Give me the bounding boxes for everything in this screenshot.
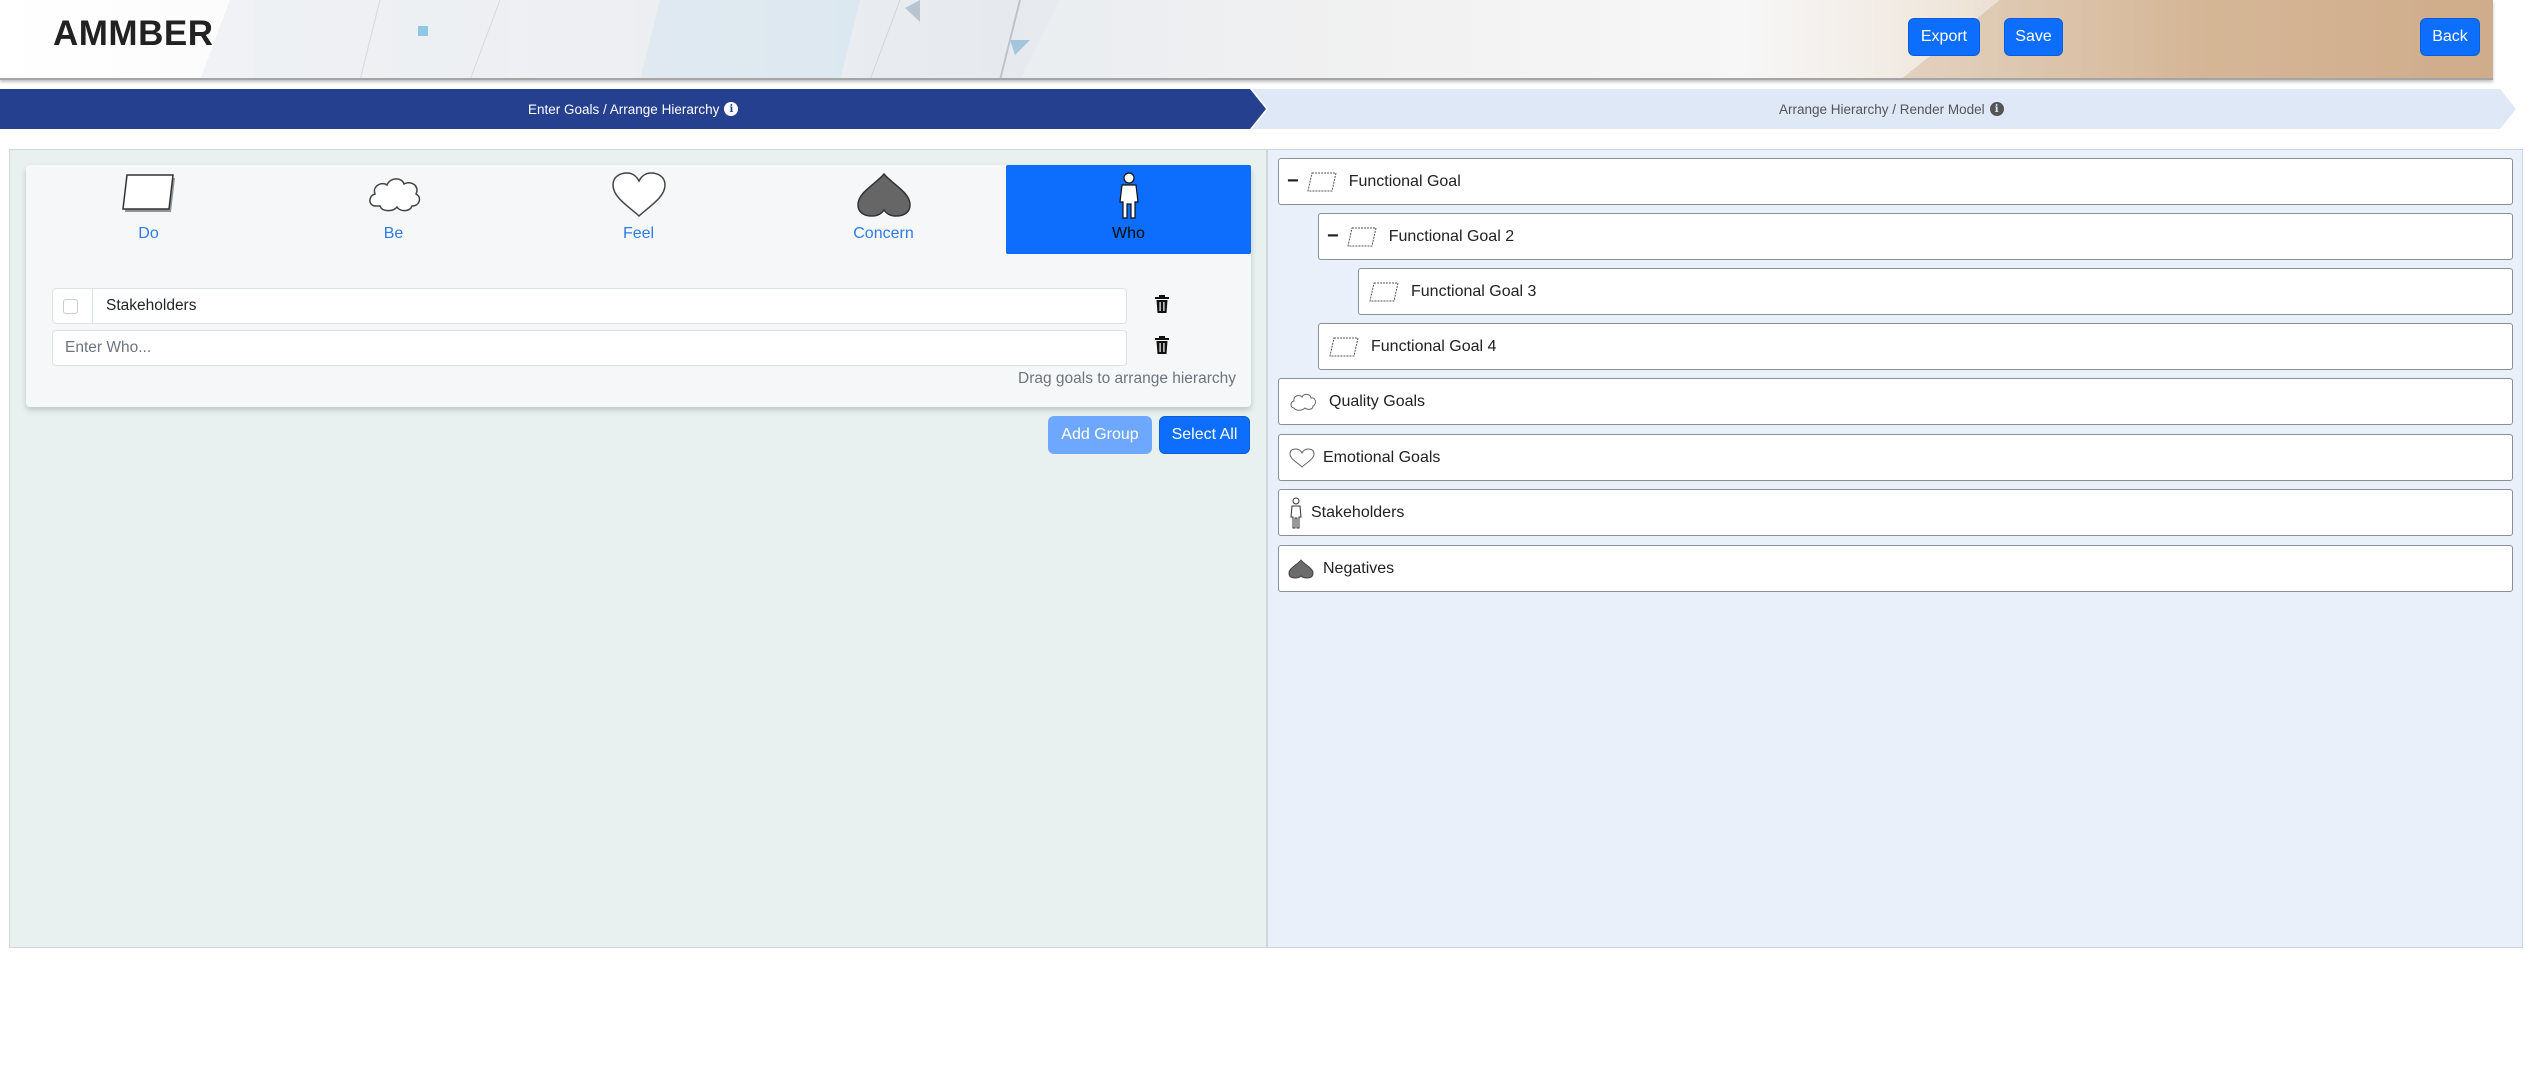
progress-stepper: Enter Goals / Arrange Hierarchy i Arrang… xyxy=(0,89,2531,129)
collapse-icon[interactable]: − xyxy=(1287,170,1299,193)
stepper-arrows xyxy=(0,89,2516,129)
person-icon xyxy=(1290,497,1302,528)
tree-node[interactable]: Functional Goal 3 xyxy=(1358,268,2513,315)
brand-logo: AMMBER xyxy=(53,14,214,53)
export-button[interactable]: Export xyxy=(1908,18,1980,56)
new-who-input[interactable] xyxy=(53,331,1126,365)
parallelogram-icon xyxy=(1369,282,1399,301)
tab-label: Who xyxy=(1112,225,1145,242)
add-group-button[interactable]: Add Group xyxy=(1048,416,1152,454)
step-render-model[interactable]: Arrange Hierarchy / Render Model i xyxy=(1779,89,2004,129)
heart-icon xyxy=(1289,447,1315,468)
info-icon[interactable]: i xyxy=(724,102,739,116)
person-icon xyxy=(1118,172,1139,219)
tree-node-label: Stakeholders xyxy=(1311,503,1405,521)
drag-hint-text: Drag goals to arrange hierarchy xyxy=(1018,370,1236,387)
tree-node-label: Emotional Goals xyxy=(1323,448,1441,466)
tab-label: Feel xyxy=(622,225,655,242)
tree-node[interactable]: Stakeholders xyxy=(1278,489,2513,536)
info-icon[interactable]: i xyxy=(1989,102,2004,116)
parallelogram-icon xyxy=(121,174,175,212)
tree-node[interactable]: − Functional Goal xyxy=(1278,158,2513,205)
goal-entry-panel: Do Be Feel Concern Who Stakeholders Ente… xyxy=(9,149,1267,948)
tab-who[interactable]: Who xyxy=(1006,165,1251,254)
select-all-button[interactable]: Select All xyxy=(1159,416,1250,454)
tab-be[interactable]: Be xyxy=(271,165,516,254)
back-button[interactable]: Back xyxy=(2420,18,2480,56)
trash-icon[interactable] xyxy=(1154,295,1170,313)
tree-node[interactable]: Negatives xyxy=(1278,545,2513,592)
tab-feel[interactable]: Feel xyxy=(516,165,761,254)
goal-type-tabs: Do Be Feel Concern Who xyxy=(26,165,1251,254)
header-background-image xyxy=(200,0,2493,78)
tab-label: Concern xyxy=(853,225,914,242)
tree-node-label: Negatives xyxy=(1323,559,1395,577)
collapse-icon[interactable]: − xyxy=(1327,225,1339,248)
tab-concern[interactable]: Concern xyxy=(761,165,1006,254)
tab-label: Do xyxy=(138,225,159,242)
cloud-icon xyxy=(368,178,420,212)
goal-entry-text[interactable]: Stakeholders xyxy=(106,289,196,323)
select-checkbox[interactable] xyxy=(63,299,78,314)
tab-do[interactable]: Do xyxy=(26,165,271,254)
app-header: AMMBER Export Save Back xyxy=(0,0,2493,80)
tree-node-label: Quality Goals xyxy=(1329,392,1426,410)
spade-icon xyxy=(1288,558,1314,579)
goal-entry-row: Stakeholders xyxy=(52,288,1127,324)
tree-node-label: Functional Goal 3 xyxy=(1411,282,1537,300)
tree-node-label: Functional Goal 2 xyxy=(1388,227,1515,245)
divider xyxy=(92,289,93,323)
parallelogram-icon xyxy=(1347,227,1377,246)
step-enter-goals[interactable]: Enter Goals / Arrange Hierarchy i xyxy=(528,89,739,129)
tree-node-label: Functional Goal 4 xyxy=(1371,337,1497,355)
parallelogram-icon xyxy=(1307,172,1337,191)
tree-node[interactable]: Emotional Goals xyxy=(1278,434,2513,481)
new-goal-row xyxy=(52,330,1127,366)
goal-entry-card: Do Be Feel Concern Who Stakeholders Ente… xyxy=(26,165,1251,407)
tree-node-label: Functional Goal xyxy=(1348,172,1461,190)
cloud-icon xyxy=(1290,393,1316,411)
save-button[interactable]: Save xyxy=(2004,18,2063,56)
parallelogram-icon xyxy=(1329,337,1359,356)
heart-icon xyxy=(611,172,666,218)
spade-icon xyxy=(856,172,911,217)
tab-label: Be xyxy=(383,225,404,242)
tree-node[interactable]: − Functional Goal 2 xyxy=(1318,213,2513,260)
tree-node[interactable]: Quality Goals xyxy=(1278,378,2513,425)
tree-node[interactable]: Functional Goal 4 xyxy=(1318,323,2513,370)
step-label: Arrange Hierarchy / Render Model xyxy=(1779,101,1985,117)
step-label: Enter Goals / Arrange Hierarchy xyxy=(528,101,720,117)
trash-icon[interactable] xyxy=(1154,336,1170,354)
